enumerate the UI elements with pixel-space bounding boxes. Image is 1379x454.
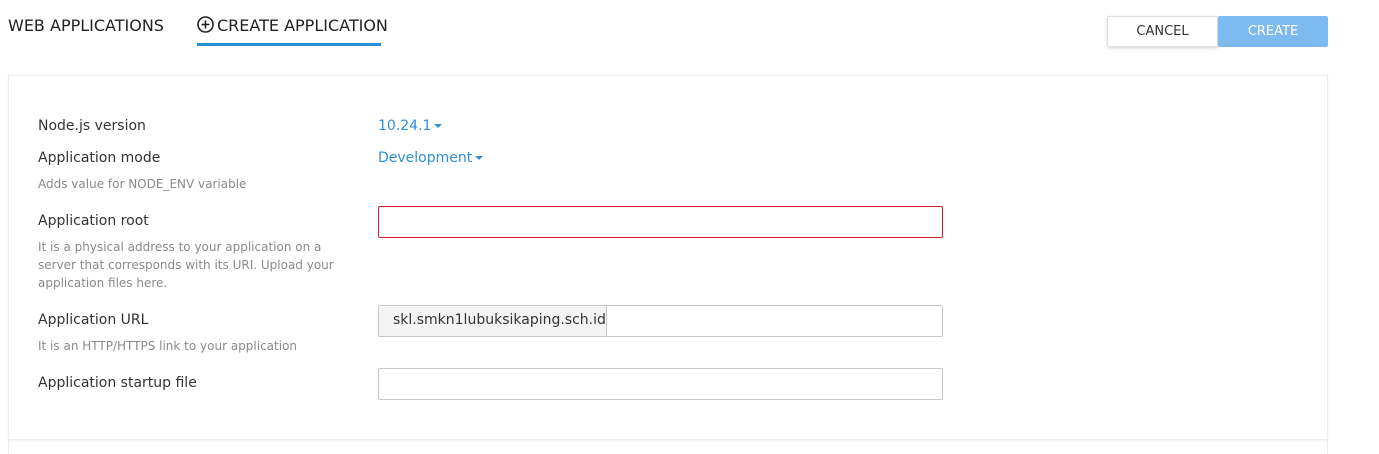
application-mode-hint: Adds value for NODE_ENV variable [38,177,247,191]
nodejs-version-value: 10.24.1 [378,118,432,134]
application-url-label: Application URL [38,312,149,328]
application-url-hint: It is an HTTP/HTTPS link to your applica… [38,339,298,353]
application-url-group: skl.smkn1lubuksikaping.sch.id [378,305,943,337]
tab-create-application[interactable]: CREATE APPLICATION [197,15,388,46]
application-url-domain: skl.smkn1lubuksikaping.sch.id [393,312,606,328]
nodejs-version-label: Node.js version [38,118,146,134]
cancel-button[interactable]: CANCEL [1107,16,1218,47]
application-startup-file-label: Application startup file [38,375,197,391]
application-root-hint: It is a physical address to your applica… [38,240,334,290]
form-panel-footer [8,439,1328,454]
application-startup-file-input[interactable] [378,368,943,400]
caret-down-icon [434,124,443,128]
application-mode-value: Development [378,150,473,166]
nodejs-version-dropdown[interactable]: 10.24.1 [378,118,443,134]
tab-web-applications[interactable]: WEB APPLICATIONS [8,15,164,46]
application-root-label: Application root [38,213,149,229]
tab-create-application-label: CREATE APPLICATION [217,16,388,35]
application-mode-label: Application mode [38,150,161,166]
application-url-domain-dropdown[interactable]: skl.smkn1lubuksikaping.sch.id [379,306,617,336]
create-button[interactable]: CREATE [1218,16,1328,47]
plus-circle-icon [197,16,214,33]
application-url-input[interactable] [607,306,942,336]
caret-down-icon [475,156,484,160]
application-root-input[interactable] [378,206,943,238]
application-mode-dropdown[interactable]: Development [378,150,484,166]
